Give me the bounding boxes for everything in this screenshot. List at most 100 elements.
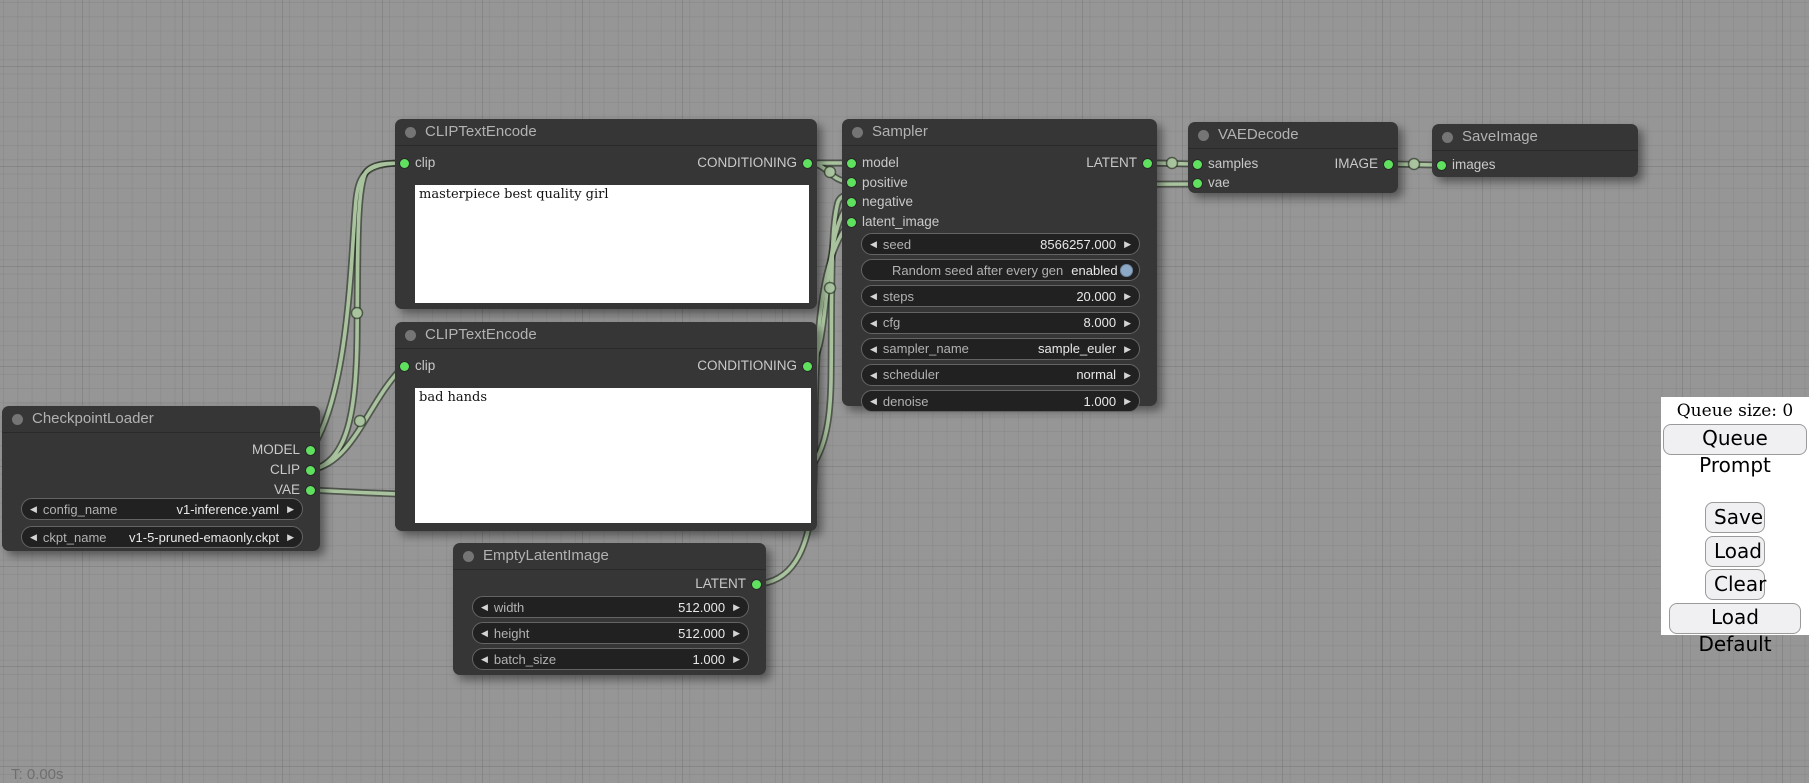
control-panel: Queue size: 0 Queue Prompt Save Load Cle… (1661, 397, 1809, 635)
input-port-negative[interactable] (847, 198, 856, 207)
node-vaedecode[interactable]: VAEDecode samples vae IMAGE (1188, 122, 1398, 193)
increment-arrow-icon[interactable]: ▶ (733, 597, 740, 617)
increment-arrow-icon[interactable]: ▶ (1124, 365, 1131, 385)
widget-batch-size[interactable]: ◀ batch_size 1.000 ▶ (472, 648, 749, 670)
decrement-arrow-icon[interactable]: ◀ (481, 597, 488, 617)
link-midpoint-dot[interactable] (1167, 158, 1178, 169)
widget-ckpt-name[interactable]: ◀ ckpt_name v1-5-pruned-emaonly.ckpt ▶ (21, 526, 303, 548)
clear-button[interactable]: Clear (1705, 569, 1765, 600)
input-port-vae[interactable] (1193, 179, 1202, 188)
widget-height[interactable]: ◀ height 512.000 ▶ (472, 622, 749, 644)
widget-cfg[interactable]: ◀ cfg 8.000 ▶ (861, 312, 1140, 334)
widget-sampler-name[interactable]: ◀ sampler_name sample_euler ▶ (861, 338, 1140, 360)
increment-arrow-icon[interactable]: ▶ (1124, 391, 1131, 411)
decrement-arrow-icon[interactable]: ◀ (870, 313, 877, 333)
decrement-arrow-icon[interactable]: ◀ (870, 339, 877, 359)
node-header[interactable]: Sampler (842, 119, 1157, 146)
node-title: EmptyLatentImage (483, 543, 609, 569)
increment-arrow-icon[interactable]: ▶ (287, 499, 294, 519)
output-label: LATENT (1086, 155, 1137, 170)
output-port-clip[interactable] (306, 466, 315, 475)
output-port-latent[interactable] (1143, 159, 1152, 168)
prompt-textarea[interactable]: masterpiece best quality girl (415, 185, 809, 303)
node-cliptextencode-negative[interactable]: CLIPTextEncode clip CONDITIONING bad han… (395, 322, 817, 531)
load-default-button[interactable]: Load Default (1669, 603, 1801, 634)
node-checkpointloader[interactable]: CheckpointLoader MODEL CLIP VAE ◀ config… (2, 406, 320, 551)
widget-steps[interactable]: ◀ steps 20.000 ▶ (861, 285, 1140, 307)
input-port-latent-image[interactable] (847, 218, 856, 227)
input-label: samples (1208, 156, 1258, 171)
node-header[interactable]: CheckpointLoader (2, 406, 320, 433)
widget-seed[interactable]: ◀ seed 8566257.000 ▶ (861, 233, 1140, 255)
link-midpoint-dot[interactable] (1409, 159, 1420, 170)
output-port-conditioning[interactable] (803, 159, 812, 168)
node-header[interactable]: CLIPTextEncode (395, 322, 817, 349)
widget-value: 512.000 (678, 600, 725, 615)
increment-arrow-icon[interactable]: ▶ (733, 623, 740, 643)
collapse-icon[interactable] (405, 127, 416, 138)
increment-arrow-icon[interactable]: ▶ (1124, 286, 1131, 306)
widget-scheduler[interactable]: ◀ scheduler normal ▶ (861, 364, 1140, 386)
node-header[interactable]: VAEDecode (1188, 122, 1398, 149)
output-label: CONDITIONING (697, 358, 797, 373)
collapse-icon[interactable] (1198, 130, 1209, 141)
increment-arrow-icon[interactable]: ▶ (1124, 313, 1131, 333)
decrement-arrow-icon[interactable]: ◀ (870, 391, 877, 411)
increment-arrow-icon[interactable]: ▶ (1124, 339, 1131, 359)
decrement-arrow-icon[interactable]: ◀ (481, 649, 488, 669)
decrement-arrow-icon[interactable]: ◀ (870, 365, 877, 385)
prompt-textarea[interactable]: bad hands (415, 388, 811, 523)
link-midpoint-dot[interactable] (825, 167, 836, 178)
queue-prompt-button[interactable]: Queue Prompt (1663, 424, 1807, 455)
decrement-arrow-icon[interactable]: ◀ (870, 286, 877, 306)
decrement-arrow-icon[interactable]: ◀ (30, 499, 37, 519)
widget-value: 8.000 (1084, 315, 1117, 330)
output-port-conditioning[interactable] (803, 362, 812, 371)
link-midpoint-dot[interactable] (352, 308, 363, 319)
collapse-icon[interactable] (852, 127, 863, 138)
node-sampler[interactable]: Sampler model positive negative latent_i… (842, 119, 1157, 406)
link-midpoint-dot[interactable] (355, 416, 366, 427)
decrement-arrow-icon[interactable]: ◀ (870, 234, 877, 254)
output-label: CLIP (270, 462, 300, 477)
widget-denoise[interactable]: ◀ denoise 1.000 ▶ (861, 390, 1140, 412)
widget-width[interactable]: ◀ width 512.000 ▶ (472, 596, 749, 618)
input-port-model[interactable] (847, 159, 856, 168)
node-cliptextencode-positive[interactable]: CLIPTextEncode clip CONDITIONING masterp… (395, 119, 817, 309)
load-button[interactable]: Load (1705, 536, 1765, 567)
widget-value: normal (1076, 367, 1116, 382)
input-port-clip[interactable] (400, 362, 409, 371)
widget-label: config_name (43, 502, 169, 517)
input-port-positive[interactable] (847, 178, 856, 187)
node-emptylatentimage[interactable]: EmptyLatentImage LATENT ◀ width 512.000 … (453, 543, 766, 675)
queue-size-label: Queue size: 0 (1677, 401, 1794, 421)
widget-random-seed-toggle[interactable]: Random seed after every gen enabled (861, 259, 1140, 281)
widget-config-name[interactable]: ◀ config_name v1-inference.yaml ▶ (21, 498, 303, 520)
node-header[interactable]: SaveImage (1432, 124, 1638, 151)
widget-value: sample_euler (1038, 341, 1116, 356)
collapse-icon[interactable] (405, 330, 416, 341)
collapse-icon[interactable] (463, 551, 474, 562)
decrement-arrow-icon[interactable]: ◀ (30, 527, 37, 547)
toggle-icon[interactable] (1120, 264, 1133, 277)
increment-arrow-icon[interactable]: ▶ (1124, 234, 1131, 254)
decrement-arrow-icon[interactable]: ◀ (481, 623, 488, 643)
increment-arrow-icon[interactable]: ▶ (287, 527, 294, 547)
output-port-model[interactable] (306, 446, 315, 455)
widget-label: seed (883, 237, 1032, 252)
output-port-latent[interactable] (752, 580, 761, 589)
output-label: LATENT (695, 576, 746, 591)
save-button[interactable]: Save (1705, 502, 1765, 533)
increment-arrow-icon[interactable]: ▶ (733, 649, 740, 669)
collapse-icon[interactable] (1442, 132, 1453, 143)
node-header[interactable]: CLIPTextEncode (395, 119, 817, 146)
node-header[interactable]: EmptyLatentImage (453, 543, 766, 570)
input-port-samples[interactable] (1193, 160, 1202, 169)
output-port-vae[interactable] (306, 486, 315, 495)
collapse-icon[interactable] (12, 414, 23, 425)
node-saveimage[interactable]: SaveImage images (1432, 124, 1638, 177)
output-port-image[interactable] (1384, 160, 1393, 169)
input-port-images[interactable] (1437, 161, 1446, 170)
input-port-clip[interactable] (400, 159, 409, 168)
link-midpoint-dot[interactable] (825, 283, 836, 294)
